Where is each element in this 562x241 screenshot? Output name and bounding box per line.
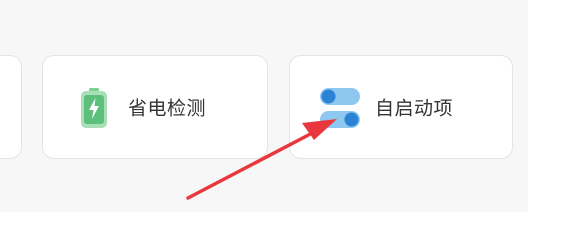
settings-panel: 省电检测 自启动项 <box>0 0 528 212</box>
autostart-card[interactable]: 自启动项 <box>289 55 513 159</box>
power-saving-label: 省电检测 <box>128 97 207 120</box>
battery-charging-icon <box>81 88 107 128</box>
card-previous-partial[interactable] <box>0 55 22 159</box>
power-saving-card[interactable]: 省电检测 <box>42 55 268 159</box>
autostart-label: 自启动项 <box>375 97 454 120</box>
toggle-switch-icon <box>320 88 360 128</box>
